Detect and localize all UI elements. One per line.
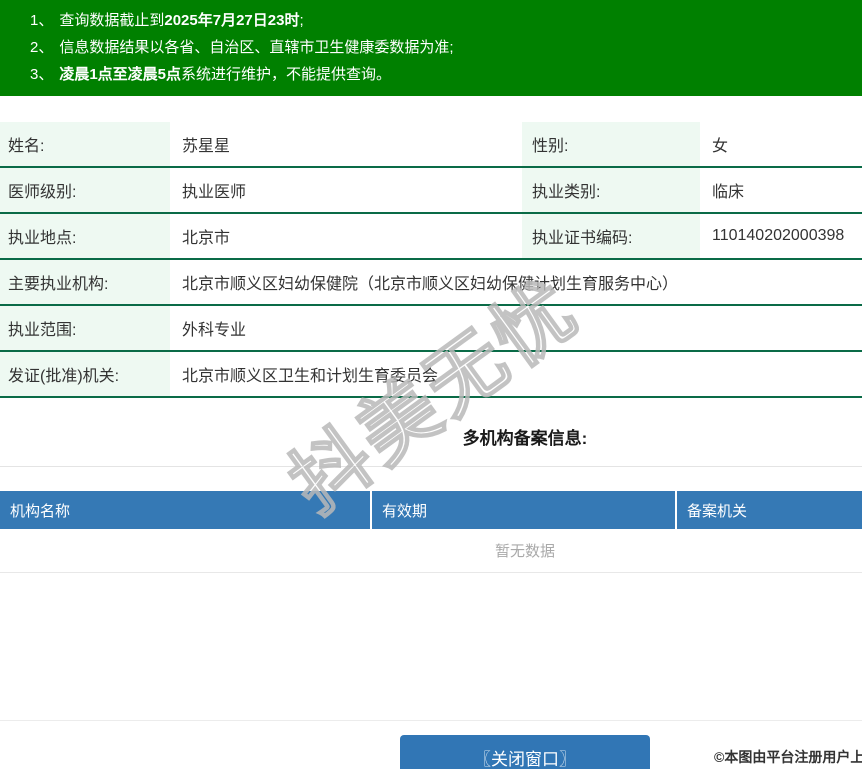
issuing-authority-value: 北京市顺义区卫生和计划生育委员会 <box>170 352 862 396</box>
practice-category-value: 临床 <box>700 168 862 212</box>
record-authority-column-header: 备案机关 <box>677 491 862 529</box>
name-label: 姓名: <box>0 122 170 166</box>
org-name-column-header: 机构名称 <box>0 491 372 529</box>
table-row-main-institution: 主要执业机构: 北京市顺义区妇幼保健院（北京市顺义区妇幼保健计划生育服务中心） <box>0 260 862 306</box>
doctor-level-value: 执业医师 <box>170 168 522 212</box>
table-row-name-gender: 姓名: 苏星星 性别: 女 <box>0 122 862 168</box>
practice-location-label: 执业地点: <box>0 214 170 258</box>
query-result-page: 1、查询数据截止到2025年7月27日23时; 2、信息数据结果以各省、自治区、… <box>0 0 862 769</box>
gender-value: 女 <box>700 122 862 166</box>
notice-line-1-bold: 2025年7月27日23时 <box>164 12 299 29</box>
issuing-authority-label: 发证(批准)机关: <box>0 352 170 396</box>
close-window-button[interactable]: 〖关闭窗口〗 <box>400 735 650 769</box>
gender-label: 性别: <box>522 122 700 166</box>
practitioner-info-table: 姓名: 苏星星 性别: 女 医师级别: 执业医师 执业类别: 临床 执业地点: … <box>0 122 862 398</box>
table-row-level-category: 医师级别: 执业医师 执业类别: 临床 <box>0 168 862 214</box>
certificate-number-label: 执业证书编码: <box>522 214 700 258</box>
notice-line-2: 2、信息数据结果以各省、自治区、直辖市卫生健康委数据为准; <box>30 34 862 61</box>
name-value: 苏星星 <box>170 122 522 166</box>
table-row-issuing-authority: 发证(批准)机关: 北京市顺义区卫生和计划生育委员会 <box>0 352 862 398</box>
notice-banner: 1、查询数据截止到2025年7月27日23时; 2、信息数据结果以各省、自治区、… <box>0 0 862 96</box>
notice-line-1-suffix: ; <box>299 12 303 29</box>
notice-line-3: 3、凌晨1点至凌晨5点系统进行维护，不能提供查询。 <box>30 61 862 88</box>
table-row-practice-scope: 执业范围: 外科专业 <box>0 306 862 352</box>
notice-line-3-suffix: 系统进行维护，不能提供查询。 <box>181 66 391 83</box>
validity-column-header: 有效期 <box>372 491 677 529</box>
copyright-watermark-text: ©本图由平台注册用户上传 <box>714 747 862 767</box>
notice-line-2-number: 2、 <box>30 39 53 56</box>
notice-line-1: 1、查询数据截止到2025年7月27日23时; <box>30 7 862 34</box>
doctor-level-label: 医师级别: <box>0 168 170 212</box>
section-divider <box>0 466 862 467</box>
practice-category-label: 执业类别: <box>522 168 700 212</box>
notice-line-3-bold: 凌晨1点至凌晨5点 <box>59 66 181 83</box>
notice-line-1-text: 查询数据截止到 <box>59 12 164 29</box>
certificate-number-value: 110140202000398 <box>700 214 862 258</box>
practice-location-value: 北京市 <box>170 214 522 258</box>
table-row-location-certificate: 执业地点: 北京市 执业证书编码: 110140202000398 <box>0 214 862 260</box>
notice-line-2-text: 信息数据结果以各省、自治区、直辖市卫生健康委数据为准; <box>59 39 453 56</box>
practice-scope-label: 执业范围: <box>0 306 170 350</box>
org-table-header: 机构名称 有效期 备案机关 <box>0 491 862 529</box>
notice-line-1-number: 1、 <box>30 12 53 29</box>
main-institution-value: 北京市顺义区妇幼保健院（北京市顺义区妇幼保健计划生育服务中心） <box>170 260 862 304</box>
notice-line-3-number: 3、 <box>30 66 53 83</box>
practice-scope-value: 外科专业 <box>170 306 862 350</box>
multi-org-section-title: 多机构备案信息: <box>0 424 862 449</box>
org-table-empty-state: 暂无数据 <box>0 529 862 573</box>
footer-divider <box>0 720 862 721</box>
main-institution-label: 主要执业机构: <box>0 260 170 304</box>
